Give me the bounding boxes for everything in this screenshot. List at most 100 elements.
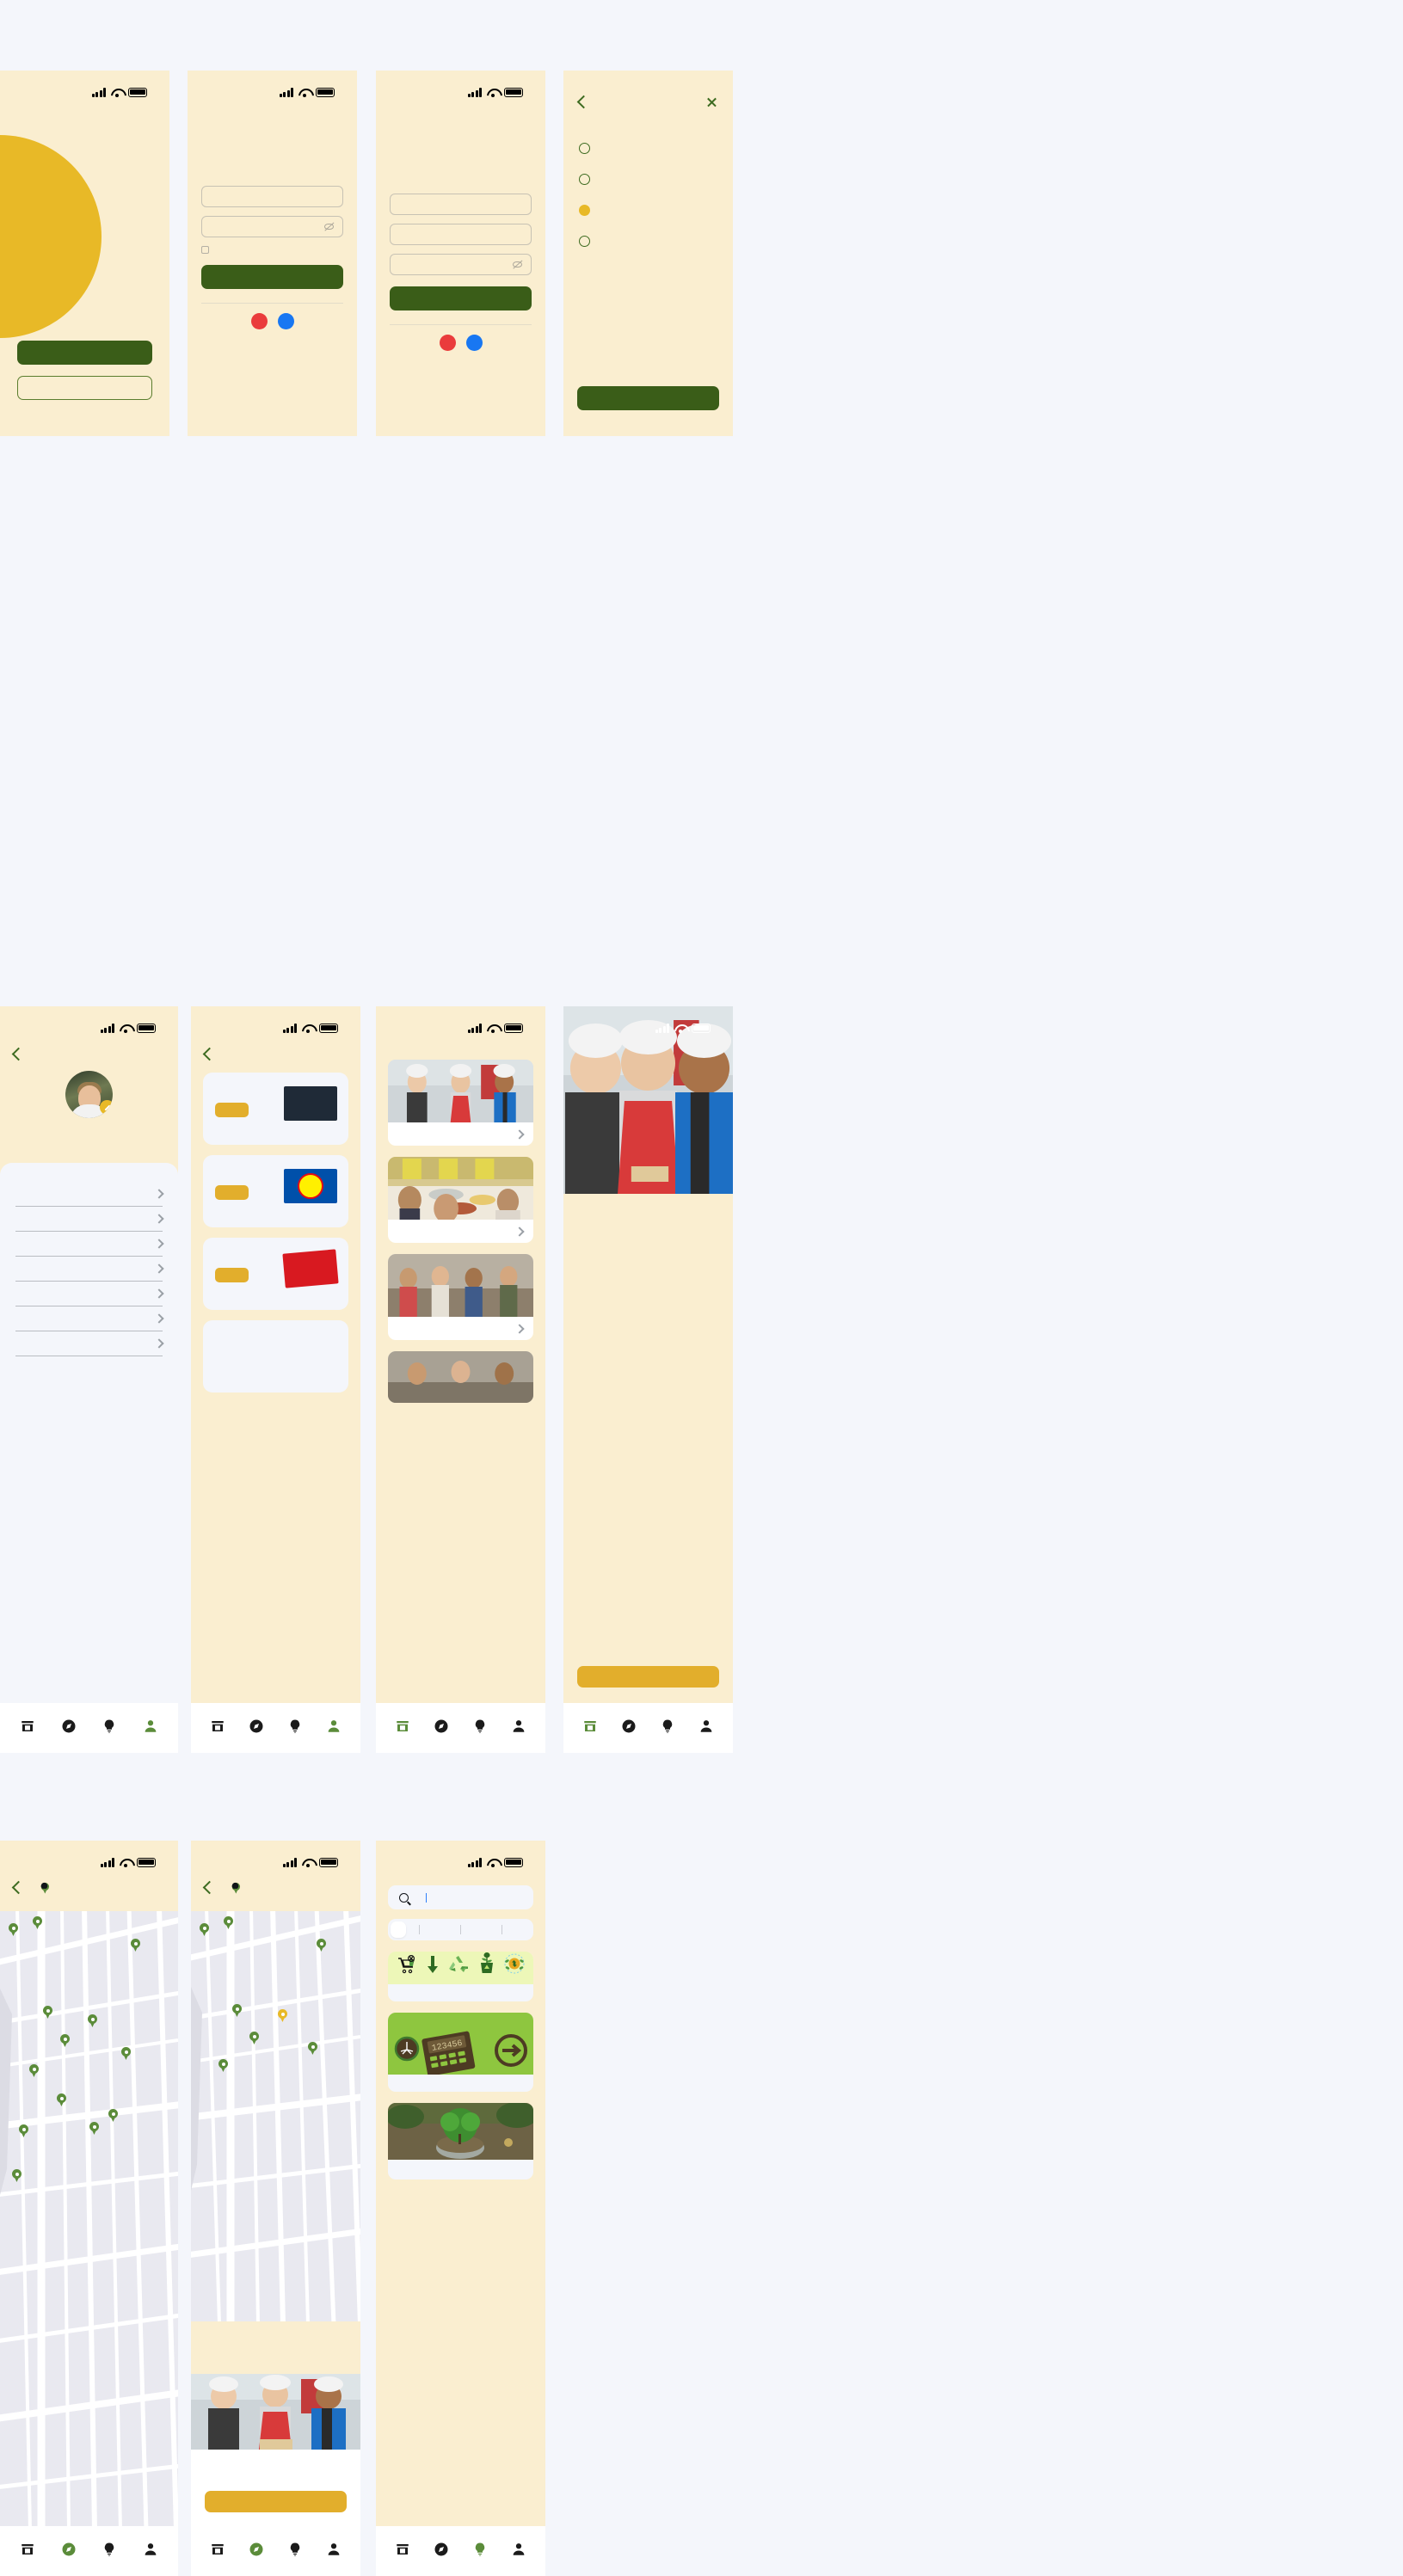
nav-profile[interactable] [500,2542,538,2561]
nav-educate[interactable] [461,1718,500,1737]
organization-card[interactable] [388,1254,533,1340]
login-submit-button[interactable] [201,265,343,289]
password-field[interactable] [201,216,343,237]
map-pin[interactable] [33,1916,42,1929]
nav-discover[interactable] [383,1718,422,1737]
nav-map[interactable] [48,1718,89,1737]
menu-item-donate-history[interactable] [15,1182,164,1207]
radio-icon[interactable] [579,174,590,185]
map-pin[interactable] [88,2014,97,2027]
radio-icon[interactable] [579,143,590,154]
radio-icon-selected[interactable] [579,205,590,216]
nav-profile[interactable] [130,1718,171,1737]
map-pin[interactable] [89,2122,99,2135]
nav-profile[interactable] [315,2542,354,2561]
see-details-button[interactable] [205,2491,347,2512]
map-pin[interactable] [317,1939,326,1952]
category-option-restaurants[interactable] [579,174,717,185]
map-pin[interactable] [108,2109,118,2122]
map-canvas[interactable] [0,1906,178,2531]
nav-discover[interactable] [570,1718,609,1737]
map-pin[interactable] [60,2034,70,2047]
edit-avatar-button[interactable] [100,1100,113,1115]
educate-card[interactable]: 123456 [388,2013,533,2092]
map-pin[interactable] [218,2059,228,2072]
menu-item-privacy-security[interactable] [15,1331,164,1356]
back-icon[interactable] [202,1880,217,1894]
map-pin[interactable] [224,1916,233,1929]
reward-card[interactable] [203,1320,348,1393]
reward-card[interactable] [203,1238,348,1310]
map-canvas[interactable] [191,1906,360,2325]
reward-card[interactable] [203,1073,348,1145]
nav-discover[interactable] [7,2542,48,2561]
nav-profile[interactable] [130,2542,171,2561]
password-field[interactable] [390,254,532,275]
educate-card[interactable] [388,2103,533,2179]
claim-button[interactable] [215,1268,249,1283]
google-login-button[interactable] [250,313,268,329]
radio-icon[interactable] [579,236,590,247]
organization-card[interactable] [388,1060,533,1146]
menu-item-notifications[interactable] [15,1257,164,1282]
map-pin[interactable] [9,1923,18,1936]
map-pin[interactable] [232,2004,242,2017]
organization-card[interactable] [388,1157,533,1243]
organization-row[interactable] [388,1122,533,1146]
complete-button[interactable] [577,386,719,410]
organization-row[interactable] [388,1317,533,1340]
nav-educate[interactable] [461,2542,500,2561]
nav-map[interactable] [48,2542,89,2561]
nav-educate[interactable] [89,2542,131,2561]
map-pin[interactable] [29,2064,39,2077]
map-pin[interactable] [43,2006,52,2019]
signup-button[interactable] [17,376,152,400]
nav-discover[interactable] [7,1718,48,1737]
nav-map[interactable] [237,2542,275,2561]
nav-educate[interactable] [276,1718,315,1737]
nav-discover[interactable] [383,2542,422,2561]
close-icon[interactable] [706,96,717,108]
menu-item-language[interactable] [15,1306,164,1331]
claim-button[interactable] [215,1103,249,1118]
nav-map[interactable] [237,1718,275,1737]
reward-card[interactable] [203,1155,348,1227]
map-pin[interactable] [57,2093,66,2106]
menu-item-rewards[interactable] [15,1232,164,1257]
nav-discover[interactable] [198,2542,237,2561]
organization-row[interactable] [388,1220,533,1243]
map-pin[interactable] [308,2042,317,2055]
nav-profile[interactable] [687,1718,726,1737]
signup-submit-button[interactable] [390,286,532,310]
search-input[interactable] [388,1885,533,1909]
back-icon[interactable] [202,1047,217,1061]
map-pin[interactable] [19,2124,28,2137]
back-icon[interactable] [11,1880,26,1894]
login-button[interactable] [17,341,152,365]
category-option-supermarkets[interactable] [579,143,717,154]
map-pin-selected[interactable] [278,2009,287,2022]
nav-profile[interactable] [500,1718,538,1737]
map-pin[interactable] [200,1923,209,1936]
educate-card[interactable] [388,1952,533,2001]
menu-item-carbon-wallet[interactable] [15,1207,164,1232]
category-option-individuals[interactable] [579,205,717,216]
eye-off-icon[interactable] [513,260,522,269]
donate-food-button[interactable] [577,1666,719,1688]
map-pin[interactable] [131,1939,140,1952]
facebook-login-button[interactable] [277,313,294,329]
nav-map[interactable] [422,2542,460,2561]
nav-educate[interactable] [89,1718,131,1737]
map-pin[interactable] [12,2169,22,2182]
menu-item-appearance[interactable] [15,1282,164,1306]
back-icon[interactable] [11,1047,26,1061]
nav-educate[interactable] [649,1718,687,1737]
map-pin[interactable] [121,2047,131,2060]
email-field[interactable] [390,224,532,245]
nav-profile[interactable] [315,1718,354,1737]
eye-off-icon[interactable] [324,222,334,231]
claim-button[interactable] [215,1185,249,1201]
back-icon[interactable] [576,95,591,109]
nav-map[interactable] [609,1718,648,1737]
category-option-others[interactable] [579,236,717,247]
